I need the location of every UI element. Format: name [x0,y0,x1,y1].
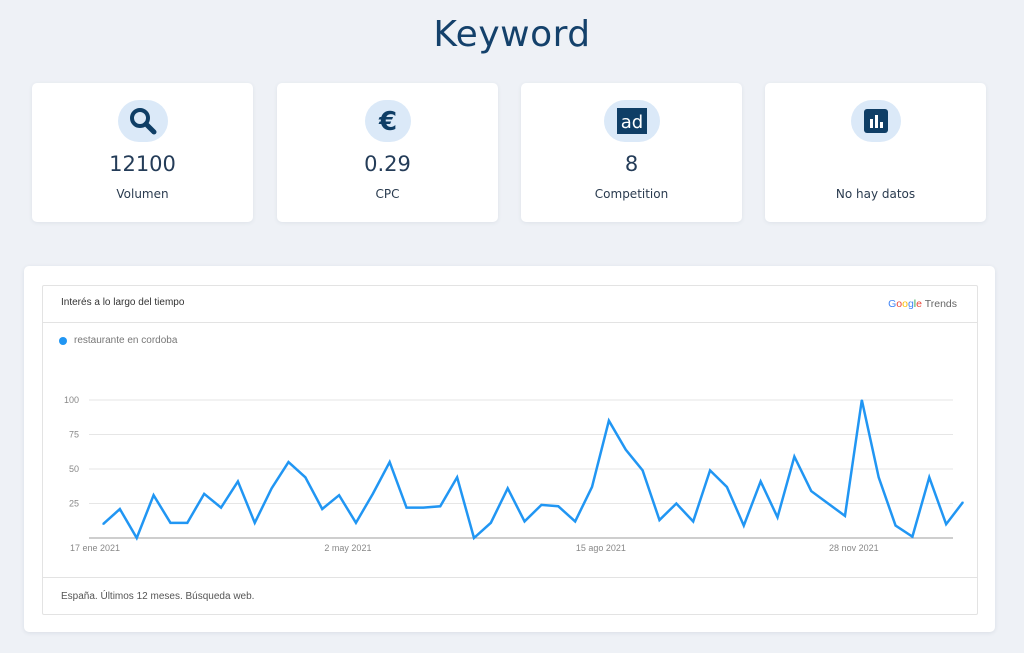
data-point [760,480,762,483]
data-point [945,523,947,525]
data-point [523,520,526,523]
svg-text:€: € [377,107,396,136]
data-point [692,520,694,523]
bar-chart-icon [850,100,901,142]
data-point [136,537,138,539]
data-point [405,507,408,509]
trends-panel: Interés a lo largo del tiempo Google Tre… [24,266,995,632]
data-point [456,476,458,478]
cpc-value: 0.29 [364,152,411,176]
data-point [911,536,914,538]
data-point [557,505,559,507]
y-tick-label: 25 [69,499,79,509]
x-tick-label: 17 ene 2021 [70,543,120,553]
data-point [894,524,897,527]
data-point [220,507,222,509]
data-point [287,461,290,463]
euro-icon: € [364,100,411,142]
data-point [810,490,812,492]
data-point [658,519,661,521]
data-point [625,449,627,451]
data-point [574,520,576,523]
y-tick-label: 75 [69,430,79,440]
data-point [338,494,340,496]
data-point [962,501,964,503]
data-point [675,502,677,505]
search-icon [117,100,168,142]
data-point [321,508,323,510]
data-point [743,524,745,527]
data-point [422,507,424,509]
ad-icon: ad [603,100,660,142]
data-point [507,487,509,489]
competition-card: ad 8 Competition [521,83,742,222]
footer-text: España. Últimos 12 meses. Búsqueda web. [61,591,255,602]
data-point [237,480,239,483]
data-point [355,522,357,524]
competition-value: 8 [624,152,639,176]
data-point [861,399,863,401]
volume-label: Volumen [116,187,169,201]
x-tick-label: 2 may 2021 [324,543,371,553]
data-point [186,522,188,524]
volume-card: 12100 Volumen [32,83,253,222]
data-point [591,486,593,488]
data-point [540,504,543,506]
no-data-label: No hay datos [835,187,916,201]
competition-label: Competition [594,187,669,201]
volume-value: 12100 [109,152,176,176]
data-point [776,516,779,518]
data-point [389,461,391,463]
cpc-card: € 0.29 CPC [277,83,498,222]
data-point [642,469,644,471]
x-tick-label: 15 ago 2021 [576,543,626,553]
data-point [878,476,880,478]
no-data-card: No hay datos [765,83,986,222]
trends-footer: España. Últimos 12 meses. Búsqueda web. [43,577,977,614]
data-point [844,515,846,517]
data-point [793,455,795,458]
data-point [473,537,475,539]
data-point [119,508,121,510]
cpc-label: CPC [375,187,400,201]
data-point [254,522,256,524]
data-point [726,486,728,488]
data-point [709,469,711,471]
google-trends-widget: Interés a lo largo del tiempo Google Tre… [42,285,978,615]
y-tick-label: 100 [64,395,79,405]
data-point [490,522,492,524]
page-title: Keyword [433,14,591,55]
data-point [203,493,205,495]
data-point [169,522,172,524]
interest-over-time-chart[interactable]: 25 50 75 100 17 ene 2021 2 may 2021 15 ago 202… [43,286,977,576]
data-point [928,476,930,478]
data-point [372,493,374,495]
data-point [827,502,829,505]
data-point [304,476,306,478]
x-tick-label: 28 nov 2021 [829,543,879,553]
data-point [152,494,155,496]
data-point [102,523,104,525]
data-point [439,505,441,507]
data-point [608,420,610,422]
svg-text:ad: ad [620,112,642,133]
y-tick-label: 50 [69,464,79,474]
data-point [271,487,273,489]
